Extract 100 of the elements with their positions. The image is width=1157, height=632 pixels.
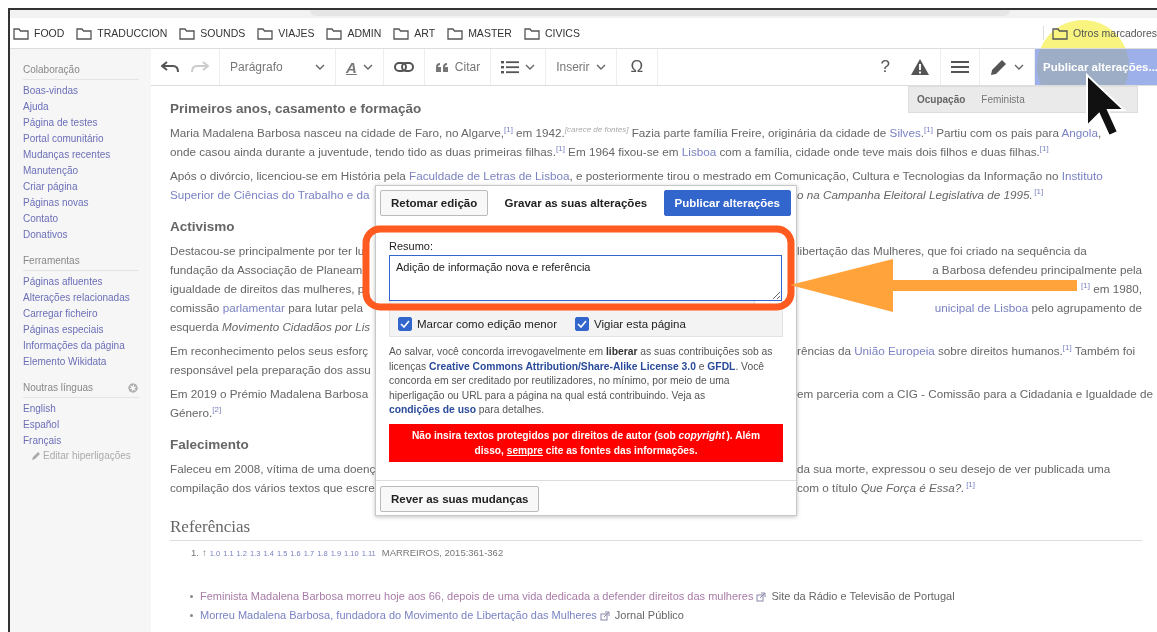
link[interactable]: Instituto bbox=[1061, 169, 1103, 182]
sidebar-link[interactable]: Páginas afluentes bbox=[23, 274, 151, 290]
link[interactable]: Lisboa bbox=[681, 145, 717, 158]
resume-button[interactable]: Retomar edição bbox=[380, 190, 489, 216]
copyright-warning: Não insira textos protegidos por direitos de autor (sob copyright). Além disso, sempre cite as fontes das informações. bbox=[389, 423, 783, 462]
bookmark-folder[interactable]: VIAJES bbox=[257, 26, 315, 40]
external-link-icon bbox=[599, 610, 610, 621]
paragraph-text: Faleceu em 2008, vítima de uma doenç bbox=[170, 461, 376, 477]
bookmark-folder[interactable]: ART bbox=[393, 26, 436, 40]
citation-link[interactable]: [1] bbox=[966, 480, 976, 490]
bookmark-folder[interactable]: CIVICS bbox=[523, 26, 580, 40]
sidebar-link[interactable]: Carregar ficheiro bbox=[23, 306, 151, 322]
special-character-button[interactable]: Ω bbox=[626, 57, 648, 77]
citation-link[interactable]: [1] bbox=[1034, 187, 1044, 197]
sidebar-link[interactable]: Portal comunitário bbox=[23, 131, 151, 147]
undo-icon bbox=[161, 60, 179, 74]
paragraph-text: compilação dos vários textos que escre bbox=[170, 480, 375, 496]
link[interactable]: Silves bbox=[889, 126, 921, 139]
paragraph-text: esquerda Movimento Cidadãos por Lis bbox=[170, 319, 372, 335]
link-button[interactable] bbox=[393, 61, 414, 73]
paragraph-text: Em 2019 o Prémio Madalena Barbosa bbox=[170, 386, 369, 402]
sidebar-link[interactable]: Ajuda bbox=[23, 99, 151, 115]
folder-icon bbox=[179, 26, 196, 40]
folder-icon bbox=[13, 26, 29, 40]
checkmark-icon bbox=[577, 319, 587, 328]
sidebar-link[interactable]: Páginas novas bbox=[23, 195, 151, 211]
citation-link[interactable]: [1] bbox=[1062, 343, 1072, 353]
pencil-icon bbox=[990, 58, 1008, 76]
section-heading: Activismo bbox=[170, 218, 235, 236]
chevron-down-icon bbox=[315, 63, 325, 71]
citation-link[interactable]: [1] bbox=[924, 125, 933, 135]
sidebar-link[interactable]: Español bbox=[23, 417, 151, 433]
chevron-down-icon bbox=[1014, 63, 1024, 71]
external-link[interactable]: Morreu Madalena Barbosa, fundadora do Movimento de Libertação das Mulheres bbox=[200, 606, 597, 625]
license-text: Ao salvar, você concorda irrevogavelmente em liberar as suas contribuições sob as licenças Creative Commons Attribution/Share-Alike License 3.0 e GFDL. Você concorda em ser creditado por reutilizadores, no mínimo, por meio de uma hiperligação ou URL para a página na qual está contribuindo. Veja as condições de uso para detalhes. bbox=[389, 345, 774, 417]
citation-link[interactable]: [1] bbox=[503, 125, 513, 135]
bookmark-folder[interactable]: ADMIN bbox=[326, 26, 382, 40]
sidebar-link[interactable]: Página de testes bbox=[23, 115, 151, 131]
citation-link[interactable]: [1] bbox=[1039, 144, 1049, 154]
sidebar-link[interactable]: Donativos bbox=[23, 227, 151, 243]
warning-icon bbox=[910, 58, 930, 76]
bookmark-folder[interactable]: TRADUCCION bbox=[76, 26, 168, 40]
menu-button[interactable] bbox=[951, 60, 969, 74]
citation-needed-link[interactable]: [carece de fontes] bbox=[564, 125, 629, 135]
paragraph-text: $^{[1]}$ em 1980, bbox=[1081, 280, 1142, 297]
edit-mode-dropdown[interactable] bbox=[990, 58, 1024, 76]
sidebar-link[interactable]: Boas-vindas bbox=[23, 83, 151, 99]
citation-link[interactable]: [1] bbox=[1081, 281, 1090, 291]
paragraph-dropdown[interactable]: Parágrafo bbox=[230, 60, 325, 74]
reference-number: 1. bbox=[191, 547, 199, 558]
cite-button[interactable]: Citar bbox=[434, 60, 481, 74]
folder-icon bbox=[1051, 26, 1068, 40]
paragraph-text: da sua morte, expressou o seu desejo de ver publicada uma bbox=[797, 461, 1111, 477]
publish-button[interactable]: Publicar alterações... bbox=[1035, 49, 1157, 85]
bookmark-folder[interactable]: FOOD bbox=[13, 26, 65, 40]
bookmark-folder[interactable]: SOUNDS bbox=[179, 26, 246, 40]
notices-button[interactable] bbox=[910, 58, 930, 76]
sidebar-link[interactable]: English bbox=[23, 401, 151, 417]
checkbox[interactable] bbox=[398, 316, 412, 331]
text-style-dropdown[interactable]: A bbox=[346, 58, 373, 76]
folder-icon bbox=[393, 26, 410, 40]
checkbox-label: Marcar como edição menor bbox=[417, 317, 557, 330]
section-heading: Ferramentas bbox=[23, 254, 80, 268]
review-changes-button[interactable]: Rever as suas mudanças bbox=[380, 485, 540, 512]
link[interactable]: unicipal de Lisboa bbox=[934, 301, 1029, 314]
sidebar-link[interactable]: Contato bbox=[23, 211, 151, 227]
link[interactable]: Creative Commons Attribution/Share-Alike License 3.0 bbox=[429, 360, 696, 372]
external-link[interactable]: Feminista Madalena Barbosa morreu hoje aos 66, depois de uma vida dedicada a defender direitos das mulheres bbox=[200, 587, 754, 606]
sidebar-link[interactable]: Páginas especiais bbox=[23, 322, 151, 338]
bookmark-folder[interactable]: MASTER bbox=[447, 26, 512, 40]
sidebar-link[interactable]: Alterações relacionadas bbox=[23, 290, 151, 306]
sidebar-link[interactable]: Mudanças recentes bbox=[23, 147, 151, 163]
checkbox[interactable] bbox=[575, 316, 589, 331]
link[interactable]: condições de uso bbox=[389, 404, 476, 415]
sidebar-link[interactable]: Informações da página bbox=[23, 338, 151, 354]
list-dropdown[interactable] bbox=[501, 60, 536, 74]
sidebar-link[interactable]: Elemento Wikidata bbox=[23, 354, 151, 370]
citation-link[interactable]: [2] bbox=[212, 405, 222, 415]
bullet-icon bbox=[190, 595, 193, 598]
link[interactable]: Angola bbox=[1061, 126, 1098, 139]
publish-button[interactable]: Publicar alterações bbox=[663, 190, 791, 216]
summary-field[interactable]: Adição de informação nova e referência bbox=[389, 255, 782, 301]
link[interactable]: Superior de Ciências do Trabalho e da bbox=[170, 188, 370, 201]
citation-link[interactable]: [1] bbox=[555, 144, 565, 154]
paragraph-text: comissão parlamentar para lutar pela bbox=[170, 300, 363, 316]
backlink-arrow[interactable]: ↑ bbox=[201, 547, 207, 558]
insert-dropdown[interactable]: Inserir bbox=[556, 60, 606, 74]
link[interactable]: Faculdade de Letras de Lisboa bbox=[409, 169, 570, 182]
link[interactable]: União Europeia bbox=[854, 344, 935, 357]
quote-icon bbox=[434, 61, 449, 73]
sidebar-link[interactable]: Manutenção bbox=[23, 163, 151, 179]
external-link-icon bbox=[756, 591, 767, 602]
sidebar-link[interactable]: Criar página bbox=[23, 179, 151, 195]
folder-icon bbox=[76, 26, 93, 40]
sidebar-link[interactable]: Français bbox=[23, 433, 151, 449]
infobox-label: Ocupação bbox=[917, 94, 966, 105]
folder-icon bbox=[257, 26, 274, 40]
link[interactable]: parlamentar bbox=[222, 301, 285, 314]
list-icon bbox=[501, 60, 520, 74]
help-button[interactable]: ? bbox=[880, 57, 890, 77]
